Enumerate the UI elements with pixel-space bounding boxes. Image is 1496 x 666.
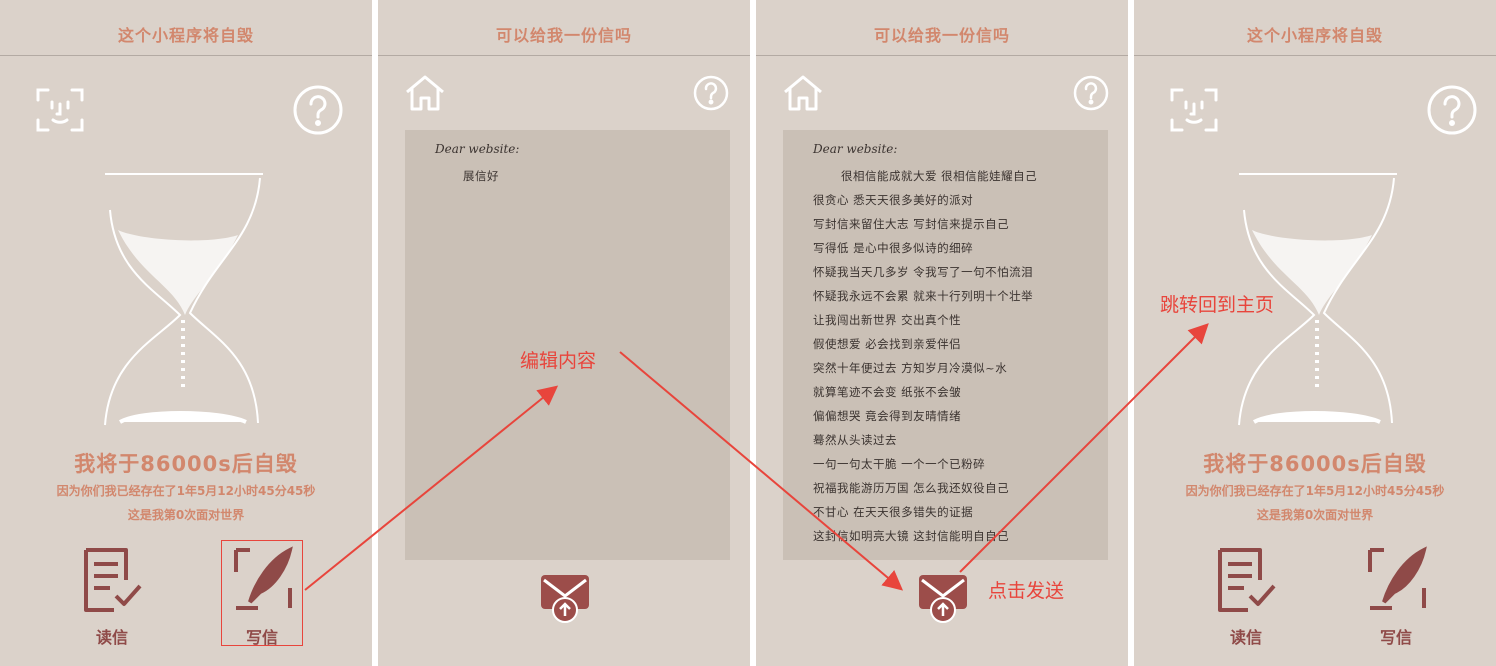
read-letter-label: 读信	[95, 628, 128, 647]
letter-greeting: Dear website:	[813, 142, 898, 156]
letter-paper[interactable]: Dear website: 很相信能成就大爱 很相信能娃耀自己 很贪心 悉天天很…	[783, 130, 1108, 560]
letter-line: 不甘心 在天天很多错失的证据	[813, 505, 974, 519]
home-icon[interactable]	[782, 74, 824, 112]
page-title: 这个小程序将自毁	[1246, 26, 1383, 45]
help-icon[interactable]	[1072, 74, 1110, 112]
compose-screen-empty: 可以给我一份信吗 Dear website: 展信好	[378, 0, 750, 666]
nav-bar: 这个小程序将自毁	[1134, 0, 1496, 56]
letter-line: 很相信能成就大爱 很相信能娃耀自己	[841, 169, 1038, 183]
home-screen-after: 这个小程序将自毁 我将于86000s后自毁 因为你们我已经存在了1年5月12小时…	[1134, 0, 1496, 666]
read-letter-icon	[1216, 546, 1278, 614]
encounter-count-text: 这是我第0次面对世界	[1256, 508, 1374, 522]
hourglass-icon	[100, 170, 266, 430]
letter-line: 展信好	[463, 169, 499, 183]
nav-bar: 可以给我一份信吗	[756, 0, 1128, 56]
write-letter-button[interactable]: 写信	[1354, 546, 1438, 647]
compose-screen-filled: 可以给我一份信吗 Dear website: 很相信能成就大爱 很相信能娃耀自己…	[756, 0, 1128, 666]
help-icon[interactable]	[692, 74, 730, 112]
letter-line: 写得低 是心中很多似诗的细碎	[813, 241, 974, 255]
countdown-text: 我将于86000s后自毁	[1203, 452, 1427, 476]
nav-bar: 可以给我一份信吗	[378, 0, 750, 56]
read-letter-icon	[82, 546, 144, 614]
page-title: 这个小程序将自毁	[117, 26, 254, 45]
letter-line: 蓦然从头读过去	[813, 433, 897, 447]
help-icon[interactable]	[1426, 84, 1478, 136]
letter-line: 写封信来留住大志 写封信来提示自己	[813, 217, 1010, 231]
letter-line: 突然十年便过去 方知岁月冷漠似~水	[813, 361, 1008, 375]
annotation-send: 点击发送	[988, 580, 1065, 602]
home-screen: 这个小程序将自毁 我将于86000s后自毁 因为你们我已经存在了1年5月12小时…	[0, 0, 372, 666]
letter-greeting: Dear website:	[435, 142, 520, 156]
read-letter-button[interactable]: 读信	[70, 546, 154, 647]
annotation-edit: 编辑内容	[520, 350, 597, 372]
send-mail-icon[interactable]	[918, 574, 968, 624]
quill-icon	[1366, 546, 1428, 614]
encounter-count-text: 这是我第0次面对世界	[127, 508, 245, 522]
home-icon[interactable]	[404, 74, 446, 112]
help-icon[interactable]	[292, 84, 344, 136]
nav-bar: 这个小程序将自毁	[0, 0, 372, 56]
face-scan-icon[interactable]	[1170, 86, 1218, 134]
letter-line: 一句一句太干脆 一个一个已粉碎	[813, 457, 986, 471]
existence-text: 因为你们我已经存在了1年5月12小时45分45秒	[1185, 484, 1445, 498]
letter-line: 让我闯出新世界 交出真个性	[813, 313, 962, 327]
page-title: 可以给我一份信吗	[495, 26, 632, 45]
letter-line: 就算笔迹不会变 纸张不会皱	[813, 385, 962, 399]
countdown-text: 我将于86000s后自毁	[74, 452, 298, 476]
letter-line: 假使想爱 必会找到亲爱伴侣	[813, 337, 962, 351]
letter-line: 怀疑我当天几多岁 令我写了一句不怕流泪	[813, 265, 1034, 279]
write-letter-label: 写信	[1379, 628, 1412, 647]
write-button-highlight	[221, 540, 303, 646]
send-mail-icon[interactable]	[540, 574, 590, 624]
face-scan-icon[interactable]	[36, 86, 84, 134]
letter-line: 偏偏想哭 竟会得到友晴情绪	[813, 409, 962, 423]
letter-paper[interactable]: Dear website: 展信好	[405, 130, 730, 560]
letter-line: 祝福我能游历万国 怎么我还奴役自己	[813, 481, 1010, 495]
page-title: 可以给我一份信吗	[873, 26, 1010, 45]
annotation-jump: 跳转回到主页	[1160, 294, 1275, 316]
letter-line: 怀疑我永远不会累 就来十行列明十个壮举	[813, 289, 1034, 303]
read-letter-label: 读信	[1229, 628, 1262, 647]
letter-line: 这封信如明亮大镜 这封信能明自自己	[813, 529, 1010, 543]
letter-line: 很贪心 悉天天很多美好的派对	[813, 193, 974, 207]
existence-text: 因为你们我已经存在了1年5月12小时45分45秒	[56, 484, 316, 498]
read-letter-button[interactable]: 读信	[1204, 546, 1288, 647]
